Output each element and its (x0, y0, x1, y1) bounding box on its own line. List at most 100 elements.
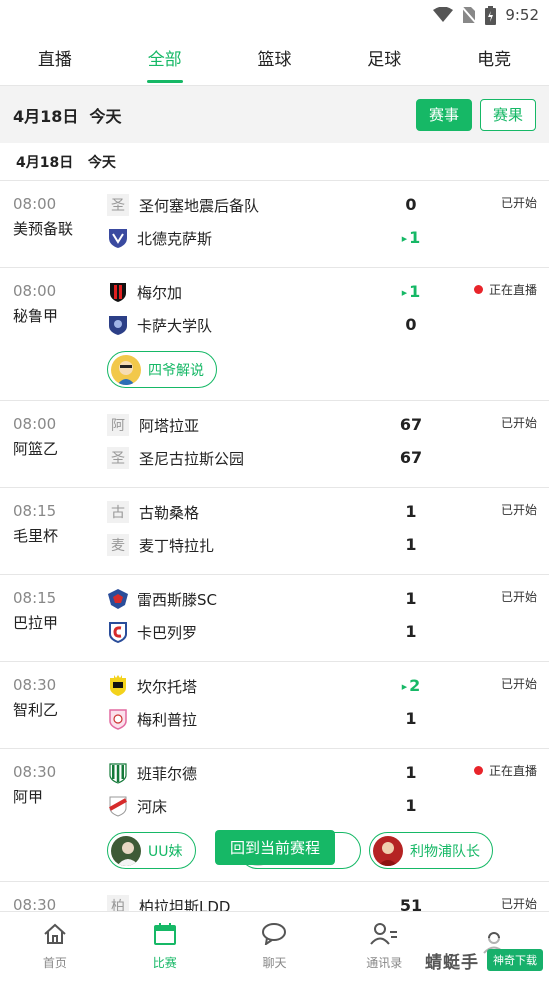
commentator-name: UU妹 (148, 843, 183, 860)
calendar-icon (153, 923, 177, 949)
match-time: 08:00 (13, 195, 57, 213)
match-row[interactable]: 08:00 阿篮乙 阿 阿塔拉亚 圣 圣尼古拉斯公园 67 67 已开始 (0, 401, 549, 488)
team-logo-letter: 圣 (107, 447, 129, 469)
away-team-name: 卡萨大学队 (137, 316, 213, 335)
tab-basketball[interactable]: 篮球 (220, 30, 330, 85)
crest-logo-icon (107, 621, 129, 643)
commentator-button[interactable]: 四爷解说 (107, 351, 217, 388)
match-time: 08:00 (13, 282, 57, 300)
results-button[interactable]: 赛果 (479, 98, 536, 131)
match-league: 美预备联 (13, 220, 74, 238)
home-team-name: 古勒桑格 (139, 503, 200, 522)
watermark-text: 蜻蜓手 (425, 952, 479, 973)
goal-arrow-icon: ▶ (401, 288, 408, 297)
wifi-icon (433, 7, 454, 23)
date-title: 4月18日 今天 (13, 106, 122, 126)
nav-chat[interactable]: 聊天 (220, 912, 330, 982)
home-score: ▶ 2 (401, 676, 421, 695)
away-team-name: 卡巴列罗 (137, 623, 198, 642)
commentator-name: 四爷解说 (148, 362, 204, 379)
match-status: 已开始 (500, 897, 537, 911)
away-team-name: 麦丁特拉扎 (139, 536, 215, 555)
back-to-current-button[interactable]: 回到当前赛程 (215, 830, 335, 865)
team-logo-letter: 古 (107, 501, 129, 523)
away-team-name: 河床 (137, 797, 168, 816)
home-team-name: 坎尔托塔 (137, 677, 198, 696)
avatar (111, 835, 141, 866)
chat-bubble-icon (261, 923, 287, 949)
events-button[interactable]: 赛事 (415, 98, 472, 131)
match-time: 08:15 (13, 502, 57, 520)
match-time: 08:30 (13, 676, 57, 694)
match-time: 08:15 (13, 589, 57, 607)
match-league: 阿篮乙 (13, 440, 59, 458)
away-score: 0 (405, 315, 417, 334)
avatar (111, 354, 141, 385)
away-team-name: 北德克萨斯 (137, 229, 213, 248)
watermark: 蜻蜓手 神奇下载 (410, 938, 549, 982)
tab-live[interactable]: 直播 (0, 30, 110, 85)
home-score: 1 (405, 589, 417, 608)
away-team-name: 圣尼古拉斯公园 (139, 449, 245, 468)
no-sim-icon (462, 6, 477, 24)
crest-logo-icon (107, 588, 129, 610)
nav-matches[interactable]: 比赛 (110, 912, 220, 982)
match-league: 毛里杯 (13, 527, 59, 545)
live-dot-icon (473, 766, 483, 775)
commentator-button[interactable]: 利物浦队长 (369, 832, 493, 869)
goal-arrow-icon: ▶ (401, 682, 408, 691)
category-tabs: 直播 全部 篮球 足球 电竞 (0, 30, 549, 86)
sub-date-label: 4月18日 今天 (0, 143, 549, 181)
shield-logo-icon (107, 314, 129, 336)
team-logo-letter: 圣 (107, 194, 129, 216)
home-team-name: 圣何塞地震后备队 (139, 196, 260, 215)
match-row[interactable]: 08:00 秘鲁甲 梅尔加 卡萨大学队 ▶ 1 0 正在直播 四爷解说 (0, 268, 549, 401)
home-team-name: 阿塔拉亚 (139, 416, 200, 435)
match-status: 正在直播 (473, 762, 537, 779)
tab-football[interactable]: 足球 (329, 30, 439, 85)
home-team-name: 梅尔加 (137, 283, 183, 302)
away-team-name: 梅利普拉 (137, 710, 198, 729)
home-score: 1 (405, 763, 417, 782)
watermark-badge: 神奇下载 (487, 949, 543, 971)
nav-label: 聊天 (262, 956, 287, 970)
match-row[interactable]: 08:30 智利乙 坎尔托塔 梅利普拉 ▶ 2 1 已开始 (0, 662, 549, 749)
home-team-name: 班菲尔德 (137, 764, 198, 783)
match-row[interactable]: 08:15 巴拉甲 雷西斯滕SC 卡巴列罗 1 1 已开始 (0, 575, 549, 662)
match-row[interactable]: 08:00 美预备联 圣 圣何塞地震后备队 北德克萨斯 0 ▶ 1 已开始 (0, 181, 549, 268)
tab-esports[interactable]: 电竞 (439, 30, 549, 85)
match-status: 已开始 (500, 590, 537, 604)
match-league: 智利乙 (13, 701, 59, 719)
nav-label: 比赛 (152, 956, 177, 970)
home-score: 67 (399, 415, 423, 434)
match-status: 已开始 (500, 503, 537, 517)
away-score: 1 (405, 622, 417, 641)
home-icon (43, 923, 67, 949)
nav-label: 通讯录 (366, 956, 403, 970)
away-score: 1 (405, 796, 417, 815)
striped-crest-logo-icon (107, 762, 129, 784)
crest-logo-icon (107, 795, 129, 817)
match-row[interactable]: 08:15 毛里杯 古 古勒桑格 麦 麦丁特拉扎 1 1 已开始 (0, 488, 549, 575)
nav-label: 首页 (42, 956, 67, 970)
battery-icon (485, 5, 497, 25)
match-time: 08:30 (13, 763, 57, 781)
away-score: 67 (399, 448, 423, 467)
clock-time: 9:52 (505, 6, 539, 24)
avatar (373, 835, 403, 866)
away-score: ▶ 1 (401, 228, 421, 247)
match-status: 已开始 (500, 196, 537, 210)
commentator-name: 利物浦队长 (410, 843, 480, 860)
tab-all[interactable]: 全部 (110, 30, 220, 85)
nav-home[interactable]: 首页 (0, 912, 110, 982)
away-score: 1 (405, 535, 417, 554)
match-time: 08:00 (13, 415, 57, 433)
status-bar: 9:52 (0, 0, 549, 30)
commentator-button[interactable]: UU妹 (107, 832, 196, 869)
shield-logo-icon (107, 227, 129, 249)
team-logo-letter: 麦 (107, 534, 129, 556)
match-status: 已开始 (500, 677, 537, 691)
match-status: 已开始 (500, 416, 537, 430)
home-team-name: 雷西斯滕SC (137, 590, 217, 609)
home-score: 0 (405, 195, 417, 214)
